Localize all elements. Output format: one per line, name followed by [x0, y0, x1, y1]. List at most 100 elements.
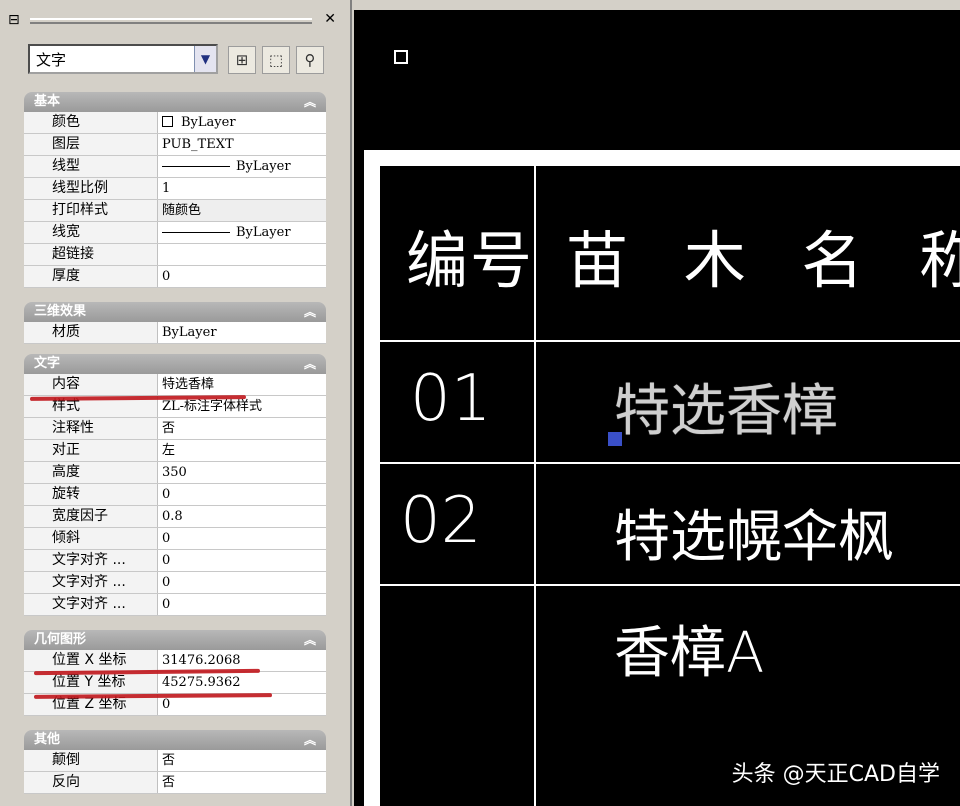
prop-key: 反向 — [24, 772, 158, 793]
prop-key: 宽度因子 — [24, 506, 158, 527]
prop-value[interactable]: 45275.9362 — [158, 672, 326, 693]
prop-row-oblique[interactable]: 倾斜 0 — [24, 528, 326, 550]
prop-value[interactable]: 0 — [158, 550, 326, 571]
prop-row-backward[interactable]: 反向 否 — [24, 772, 326, 794]
prop-key: 厚度 — [24, 266, 158, 287]
prop-value[interactable] — [158, 244, 326, 265]
prop-row-contents[interactable]: 内容 特选香樟 — [24, 374, 326, 396]
prop-value[interactable]: 1 — [158, 178, 326, 199]
prop-row-plot-style[interactable]: 打印样式 随颜色 — [24, 200, 326, 222]
prop-value[interactable]: 0 — [158, 594, 326, 615]
watermark: 头条 @天正CAD自学 — [731, 762, 940, 787]
collapse-icon[interactable]: ︽ — [304, 354, 316, 374]
prop-key: 文字对齐 ... — [24, 572, 158, 593]
toggle-pickadd-button[interactable]: ⊞ — [228, 46, 256, 74]
prop-value[interactable]: 350 — [158, 462, 326, 483]
prop-row-color[interactable]: 颜色 ByLayer — [24, 112, 326, 134]
row-number-02[interactable]: 02 — [400, 484, 481, 558]
prop-key: 材质 — [24, 322, 158, 343]
section-geometry-title: 几何图形 — [34, 632, 87, 647]
collapse-icon[interactable]: ︽ — [304, 302, 316, 322]
prop-row-height[interactable]: 高度 350 — [24, 462, 326, 484]
row-number-01[interactable]: 01 — [410, 362, 491, 436]
prop-value[interactable]: 0 — [158, 484, 326, 505]
section-geometry-header[interactable]: 几何图形 ︽ — [24, 630, 326, 650]
prop-row-justify[interactable]: 对正 左 — [24, 440, 326, 462]
properties-palette: ⊟ ✕ 文字 ▼ ⊞ ⬚ ⚲ 基本 ︽ 颜色 ByLayer 图层 PUB_TE… — [0, 0, 352, 806]
prop-value[interactable]: ByLayer — [158, 112, 326, 133]
prop-row-lineweight[interactable]: 线宽 ByLayer — [24, 222, 326, 244]
prop-row-annotative[interactable]: 注释性 否 — [24, 418, 326, 440]
prop-row-text-align-y[interactable]: 文字对齐 ... 0 — [24, 572, 326, 594]
prop-row-layer[interactable]: 图层 PUB_TEXT — [24, 134, 326, 156]
object-type-dropdown[interactable]: 文字 ▼ — [28, 44, 218, 74]
row-name[interactable]: 香樟A — [614, 608, 764, 689]
prop-key: 颠倒 — [24, 750, 158, 771]
section-text-title: 文字 — [34, 356, 61, 371]
prop-row-linetype[interactable]: 线型 ByLayer — [24, 156, 326, 178]
row-name[interactable]: 特选幌伞枫 — [614, 492, 894, 573]
prop-row-width-factor[interactable]: 宽度因子 0.8 — [24, 506, 326, 528]
prop-key: 对正 — [24, 440, 158, 461]
collapse-icon[interactable]: ︽ — [304, 92, 316, 112]
prop-value[interactable]: 0 — [158, 266, 326, 287]
prop-value[interactable]: 0 — [158, 528, 326, 549]
prop-value-text: ByLayer — [181, 115, 236, 130]
prop-key: 图层 — [24, 134, 158, 155]
prop-row-text-align-x[interactable]: 文字对齐 ... 0 — [24, 550, 326, 572]
prop-value[interactable]: 左 — [158, 440, 326, 461]
prop-row-material[interactable]: 材质 ByLayer — [24, 322, 326, 344]
prop-row-thickness[interactable]: 厚度 0 — [24, 266, 326, 288]
header-plant-name[interactable]: 苗 木 名 称 — [566, 210, 960, 300]
prop-value[interactable]: 否 — [158, 750, 326, 771]
linetype-preview — [162, 166, 230, 167]
prop-value[interactable]: 31476.2068 — [158, 650, 326, 671]
section-text: 文字 ︽ 内容 特选香樟 样式 ZL-标注字体样式 注释性 否 对正 左 高度 … — [24, 354, 326, 616]
prop-value[interactable]: 0 — [158, 572, 326, 593]
prop-value[interactable]: ByLayer — [158, 322, 326, 343]
section-misc-header[interactable]: 其他 ︽ — [24, 730, 326, 750]
prop-row-position-x[interactable]: 位置 X 坐标 31476.2068 — [24, 650, 326, 672]
prop-row-rotation[interactable]: 旋转 0 — [24, 484, 326, 506]
chevron-down-icon[interactable]: ▼ — [194, 46, 216, 72]
prop-row-linetype-scale[interactable]: 线型比例 1 — [24, 178, 326, 200]
prop-key: 超链接 — [24, 244, 158, 265]
prop-value[interactable]: ByLayer — [158, 222, 326, 243]
row-name-selected[interactable]: 特选香樟 — [614, 366, 838, 447]
plant-table[interactable]: 编号 苗 木 名 称 01 特选香樟 02 特选幌伞枫 香樟A — [380, 166, 960, 806]
prop-row-position-y[interactable]: 位置 Y 坐标 45275.9362 — [24, 672, 326, 694]
section-misc: 其他 ︽ 颠倒 否 反向 否 — [24, 730, 326, 794]
prop-row-upside-down[interactable]: 颠倒 否 — [24, 750, 326, 772]
section-basic-header[interactable]: 基本 ︽ — [24, 92, 326, 112]
text-grip-handle[interactable] — [608, 432, 622, 446]
prop-row-text-align-z[interactable]: 文字对齐 ... 0 — [24, 594, 326, 616]
collapse-icon[interactable]: ︽ — [304, 730, 316, 750]
table-row-divider — [380, 340, 960, 342]
section-3d-header[interactable]: 三维效果 ︽ — [24, 302, 326, 322]
prop-key: 文字对齐 ... — [24, 594, 158, 615]
table-row-divider — [380, 584, 960, 586]
quick-select-icon: ⚲ — [304, 51, 316, 69]
prop-value[interactable]: ByLayer — [158, 156, 326, 177]
close-icon[interactable]: ✕ — [324, 11, 336, 27]
quick-select-button[interactable]: ⚲ — [296, 46, 324, 74]
viewport-marker-icon — [394, 50, 408, 64]
palette-titlebar[interactable]: ⊟ ✕ — [0, 10, 352, 32]
section-basic: 基本 ︽ 颜色 ByLayer 图层 PUB_TEXT 线型 ByLayer 线… — [24, 92, 326, 288]
section-text-header[interactable]: 文字 ︽ — [24, 354, 326, 374]
prop-value[interactable]: PUB_TEXT — [158, 134, 326, 155]
collapse-icon[interactable]: ︽ — [304, 630, 316, 650]
drawing-canvas[interactable]: 编号 苗 木 名 称 01 特选香樟 02 特选幌伞枫 香樟A — [354, 0, 960, 806]
prop-value[interactable]: 0.8 — [158, 506, 326, 527]
prop-value[interactable]: 否 — [158, 418, 326, 439]
color-swatch-icon — [162, 116, 173, 127]
header-number[interactable]: 编号 — [406, 210, 534, 300]
prop-value[interactable]: 随颜色 — [158, 200, 326, 221]
pin-icon[interactable]: ⊟ — [8, 12, 20, 28]
prop-value[interactable]: 否 — [158, 772, 326, 793]
prop-row-hyperlink[interactable]: 超链接 — [24, 244, 326, 266]
select-objects-button[interactable]: ⬚ — [262, 46, 290, 74]
titlebar-grip[interactable] — [30, 18, 312, 24]
prop-key: 文字对齐 ... — [24, 550, 158, 571]
prop-value[interactable]: 特选香樟 — [158, 374, 326, 395]
